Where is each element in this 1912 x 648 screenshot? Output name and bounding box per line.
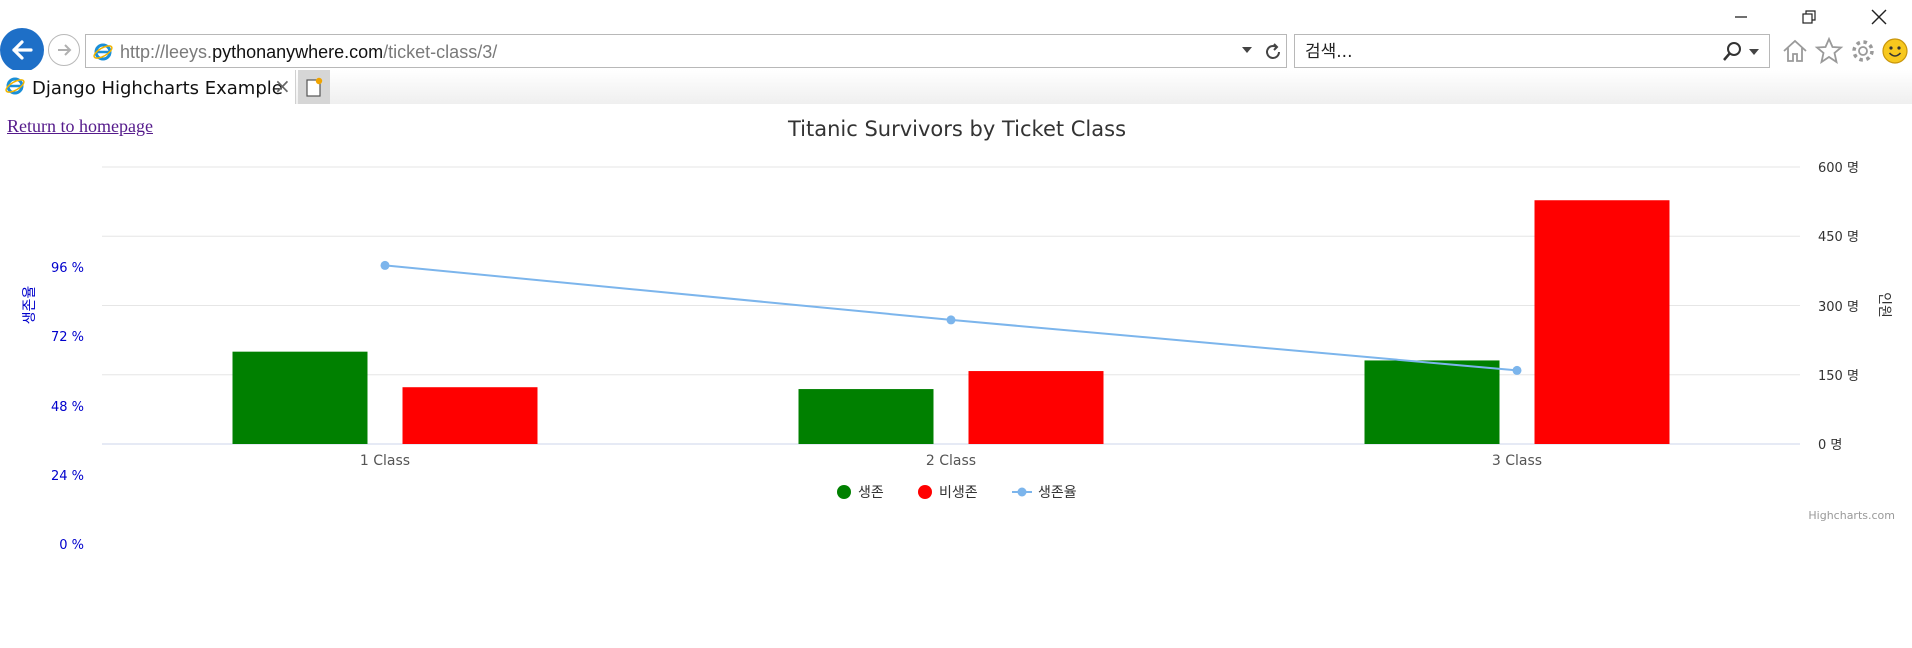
ie-icon <box>5 77 25 95</box>
left-axis-title: 생존율 <box>22 286 38 325</box>
chevron-down-icon[interactable] <box>1749 49 1759 55</box>
legend-symbol <box>837 485 851 499</box>
favorites-star-icon[interactable] <box>1814 36 1844 66</box>
tab-bar: Django Highcharts Example × <box>0 70 1912 104</box>
browser-chrome: http://leeys.pythonanywhere.com/ticket-c… <box>0 0 1912 104</box>
browser-window: http://leeys.pythonanywhere.com/ticket-c… <box>0 0 1912 648</box>
highcharts-credits[interactable]: Highcharts.com <box>1808 509 1895 522</box>
left-axis-tick: 0 % <box>59 538 84 553</box>
search-bar[interactable] <box>1294 34 1770 68</box>
forward-button[interactable] <box>48 34 80 66</box>
right-axis-tick: 600 명 <box>1818 161 1859 176</box>
x-axis-tick: 1 Class <box>360 453 410 469</box>
legend-symbol <box>918 485 932 499</box>
search-input[interactable] <box>1303 39 1707 65</box>
minimize-icon <box>1735 16 1747 18</box>
legend-label: 비생존 <box>939 485 978 501</box>
legend-label: 생존 <box>858 485 884 501</box>
minimize-button[interactable] <box>1718 4 1764 30</box>
address-bar[interactable]: http://leeys.pythonanywhere.com/ticket-c… <box>85 34 1287 68</box>
legend-item-survived[interactable]: 생존 <box>837 485 884 501</box>
right-axis-tick: 0 명 <box>1818 438 1842 453</box>
refresh-icon[interactable] <box>1262 41 1284 63</box>
legend-symbol <box>1017 487 1027 497</box>
line-series <box>380 260 1522 375</box>
survival-rate-point[interactable] <box>380 260 390 270</box>
legend-item-survival-rate[interactable]: 생존율 <box>1012 485 1077 501</box>
gear-icon[interactable] <box>1848 36 1878 66</box>
page-content: Return to homepage Titanic Survivors by … <box>0 104 1912 648</box>
bar-survived[interactable] <box>798 389 934 444</box>
tab-django-highcharts[interactable]: Django Highcharts Example × <box>0 70 296 104</box>
legend: 생존 비생존 생존율 <box>837 485 1077 501</box>
new-tab-button[interactable] <box>298 70 330 104</box>
back-arrow-icon <box>12 40 33 60</box>
close-icon <box>1871 9 1887 25</box>
chevron-down-icon[interactable] <box>1242 47 1252 53</box>
search-icon[interactable] <box>1721 41 1743 63</box>
bar-not-survived[interactable] <box>968 371 1104 444</box>
restore-icon <box>1802 10 1816 24</box>
tab-close-icon[interactable]: × <box>274 76 291 96</box>
x-axis-tick: 2 Class <box>926 453 976 469</box>
legend-label: 생존율 <box>1038 485 1077 501</box>
back-button[interactable] <box>0 28 44 72</box>
tab-title: Django Highcharts Example <box>32 78 283 99</box>
left-axis-tick: 24 % <box>51 469 84 484</box>
right-axis-tick: 300 명 <box>1818 300 1859 315</box>
url-text: http://leeys.pythonanywhere.com/ticket-c… <box>120 42 498 62</box>
left-axis-tick: 72 % <box>51 330 84 345</box>
close-window-button[interactable] <box>1856 4 1902 30</box>
chart-title: Titanic Survivors by Ticket Class <box>787 117 1126 141</box>
x-axis-tick: 3 Class <box>1492 453 1542 469</box>
ie-icon <box>93 43 113 61</box>
bar-survived[interactable] <box>232 351 368 444</box>
legend-item-not-survived[interactable]: 비생존 <box>918 485 978 501</box>
survival-rate-point[interactable] <box>946 315 956 325</box>
home-icon[interactable] <box>1780 36 1810 66</box>
forward-arrow-icon <box>58 44 72 56</box>
left-axis-tick: 48 % <box>51 400 84 415</box>
survival-rate-point[interactable] <box>1512 365 1522 375</box>
right-axis-tick: 150 명 <box>1818 369 1859 384</box>
left-axis-tick: 96 % <box>51 261 84 276</box>
bar-not-survived[interactable] <box>402 387 538 444</box>
chart: Titanic Survivors by Ticket Class 0 % 24… <box>22 117 1895 553</box>
bar-survived[interactable] <box>1364 360 1500 444</box>
restore-button[interactable] <box>1786 4 1832 30</box>
right-axis-tick: 450 명 <box>1818 230 1859 245</box>
new-tab-icon <box>306 77 323 97</box>
smiley-feedback-icon[interactable] <box>1880 36 1910 66</box>
right-axis-title: 인원 <box>1876 292 1892 318</box>
bar-not-survived[interactable] <box>1534 200 1670 444</box>
